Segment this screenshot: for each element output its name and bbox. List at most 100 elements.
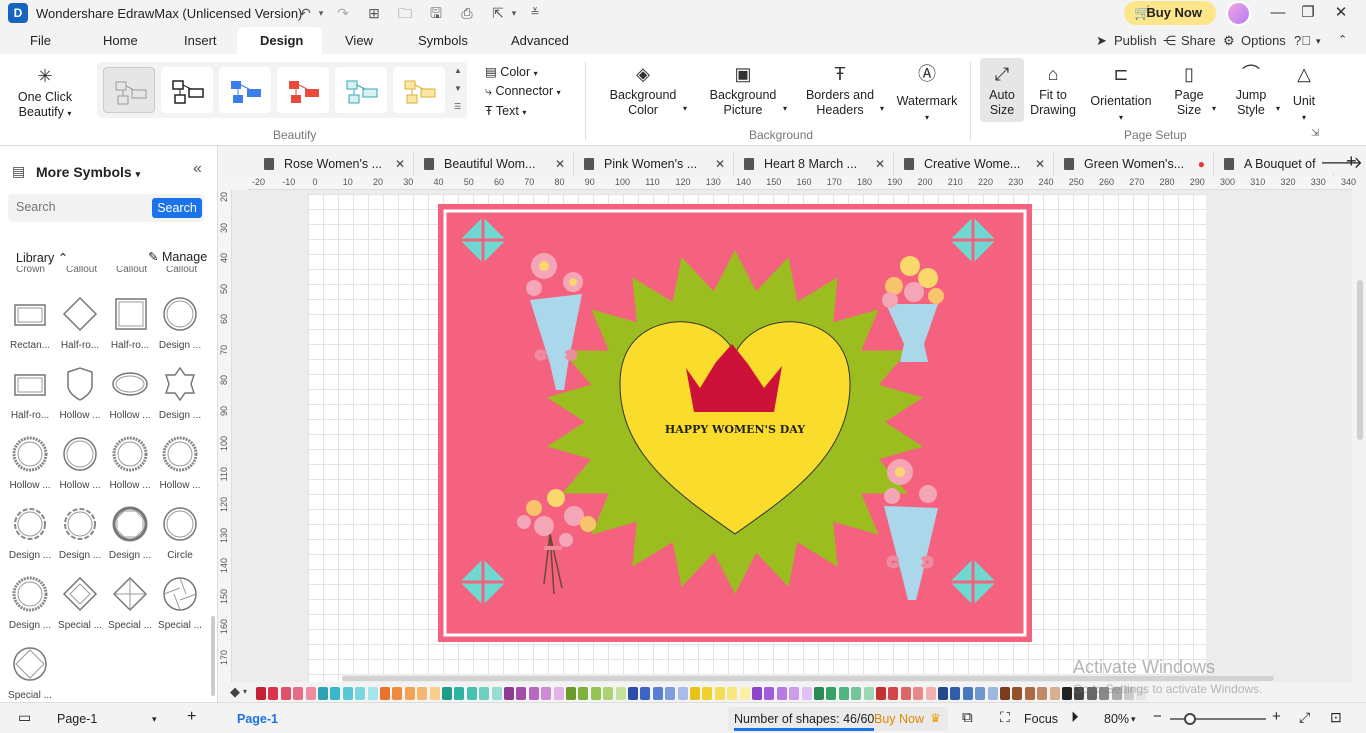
- menu-home[interactable]: Home: [103, 33, 138, 48]
- color-swatch[interactable]: [752, 687, 762, 700]
- v-scrollbar[interactable]: [1357, 280, 1363, 440]
- manage-button[interactable]: ✎ Manage: [148, 249, 207, 264]
- gallery-down-icon[interactable]: ▼: [454, 84, 462, 93]
- unit-button[interactable]: △ Unit ▾: [1288, 64, 1320, 125]
- options-button[interactable]: Options: [1241, 33, 1286, 48]
- symbol-item[interactable]: Hollow ...: [56, 436, 104, 500]
- symbol-item[interactable]: Design ...: [56, 506, 104, 570]
- page-tab-active[interactable]: Page-1: [237, 712, 278, 726]
- symbol-item[interactable]: Special ...: [6, 646, 54, 710]
- avatar[interactable]: [1226, 1, 1251, 26]
- symbol-item[interactable]: Design ...: [156, 366, 204, 430]
- color-swatch[interactable]: [392, 687, 403, 700]
- doc-tab[interactable]: A Bouquet of: [1214, 152, 1334, 176]
- fill-bucket-icon[interactable]: ◆: [230, 684, 240, 700]
- gallery-more-icon[interactable]: ☰: [454, 102, 461, 111]
- doc-tab[interactable]: Heart 8 March ... ✕: [734, 152, 894, 176]
- dropdown-icon[interactable]: ▾: [880, 104, 884, 113]
- symbol-item[interactable]: Circle: [156, 506, 204, 570]
- color-swatch[interactable]: [739, 687, 750, 700]
- publish-button[interactable]: Publish: [1114, 33, 1157, 48]
- color-swatch[interactable]: [504, 687, 514, 700]
- color-swatch[interactable]: [615, 687, 626, 700]
- focus-icon[interactable]: ⛶: [1000, 709, 1010, 726]
- zoom-value[interactable]: 80%: [1104, 712, 1129, 726]
- symbol-item[interactable]: Hollow ...: [156, 436, 204, 500]
- gear-icon[interactable]: ⚙: [1223, 33, 1235, 49]
- zoom-slider-handle[interactable]: [1184, 713, 1196, 725]
- color-swatch[interactable]: [566, 687, 576, 700]
- menu-insert[interactable]: Insert: [184, 33, 217, 48]
- play-icon[interactable]: ⏵: [1071, 709, 1079, 726]
- doc-tab[interactable]: Creative Wome... ✕: [894, 152, 1054, 176]
- color-swatch[interactable]: [628, 687, 638, 700]
- color-swatch[interactable]: [578, 687, 589, 700]
- womens-day-card[interactable]: HAPPY WOMEN'S DAY: [438, 204, 1032, 642]
- color-swatch[interactable]: [863, 687, 874, 700]
- export-dropdown-icon[interactable]: ▾: [505, 4, 523, 22]
- doc-tab[interactable]: Pink Women's ... ✕: [574, 152, 734, 176]
- theme-option-6[interactable]: [393, 67, 445, 113]
- symbol-item[interactable]: Design ...: [6, 576, 54, 640]
- open-folder-icon[interactable]: 🗀: [396, 4, 414, 22]
- symbol-item[interactable]: Design ...: [106, 506, 154, 570]
- color-swatch[interactable]: [342, 687, 353, 700]
- watermark-button[interactable]: Ⓐ Watermark ▾: [894, 64, 960, 125]
- symbol-item[interactable]: Half-ro...: [6, 366, 54, 430]
- dropdown-icon[interactable]: ▾: [683, 104, 687, 113]
- theme-option-1[interactable]: [103, 67, 155, 113]
- color-swatch[interactable]: [727, 687, 738, 700]
- color-swatch[interactable]: [640, 687, 651, 700]
- add-page-icon[interactable]: +: [187, 708, 196, 726]
- color-swatch[interactable]: [690, 687, 700, 700]
- color-swatch[interactable]: [268, 687, 279, 700]
- borders-headers-button[interactable]: Ŧ Borders and Headers: [803, 64, 877, 118]
- page-view-icon[interactable]: ▭: [18, 709, 31, 726]
- doc-tab[interactable]: Rose Women's ... ✕: [254, 152, 414, 176]
- color-button[interactable]: ▤ Color ▾: [485, 64, 538, 79]
- color-swatch[interactable]: [1049, 687, 1060, 700]
- color-swatch[interactable]: [305, 687, 316, 700]
- new-file-icon[interactable]: ⊞: [365, 4, 383, 22]
- symbol-item[interactable]: Special ...: [156, 576, 204, 640]
- theme-option-3[interactable]: [219, 67, 271, 113]
- color-swatch[interactable]: [355, 687, 366, 700]
- color-swatch[interactable]: [380, 687, 390, 700]
- color-swatch[interactable]: [987, 687, 998, 700]
- color-swatch[interactable]: [776, 687, 787, 700]
- orientation-button[interactable]: ⊏ Orientation ▾: [1086, 64, 1156, 125]
- color-swatch[interactable]: [417, 687, 428, 700]
- share-icon[interactable]: ⋲: [1163, 33, 1176, 49]
- symbol-item[interactable]: Design ...: [156, 296, 204, 360]
- color-swatch[interactable]: [1062, 687, 1072, 700]
- color-swatch[interactable]: [826, 687, 837, 700]
- color-swatch[interactable]: [429, 687, 440, 700]
- symbol-item[interactable]: Hollow ...: [106, 366, 154, 430]
- color-swatch[interactable]: [1012, 687, 1023, 700]
- dropdown-icon[interactable]: ▾: [1131, 714, 1136, 725]
- color-swatch[interactable]: [975, 687, 986, 700]
- jump-style-button[interactable]: ⌒ Jump Style: [1228, 64, 1274, 118]
- color-swatch[interactable]: [950, 687, 961, 700]
- menu-view[interactable]: View: [345, 33, 373, 48]
- color-swatch[interactable]: [652, 687, 663, 700]
- search-input[interactable]: [16, 200, 146, 214]
- color-swatch[interactable]: [541, 687, 552, 700]
- theme-option-4[interactable]: [277, 67, 329, 113]
- color-swatch[interactable]: [851, 687, 862, 700]
- color-swatch[interactable]: [665, 687, 676, 700]
- menu-design[interactable]: Design: [260, 33, 303, 48]
- menu-advanced[interactable]: Advanced: [511, 33, 569, 48]
- auto-size-button[interactable]: ⤢ Auto Size: [980, 58, 1024, 122]
- undo-dropdown-icon[interactable]: ▾: [312, 4, 330, 22]
- panel-scrollbar[interactable]: [211, 616, 215, 696]
- zoom-out-icon[interactable]: −: [1153, 708, 1162, 725]
- color-swatch[interactable]: [367, 687, 378, 700]
- more-symbols-button[interactable]: More Symbols ▾: [36, 164, 140, 180]
- color-swatch[interactable]: [491, 687, 502, 700]
- background-picture-button[interactable]: ▣ Background Picture: [706, 64, 780, 118]
- connector-button[interactable]: ⤷ Connector ▾: [485, 84, 561, 99]
- color-swatch[interactable]: [318, 687, 328, 700]
- color-swatch[interactable]: [900, 687, 911, 700]
- background-color-button[interactable]: ◈ Background Color: [606, 64, 680, 118]
